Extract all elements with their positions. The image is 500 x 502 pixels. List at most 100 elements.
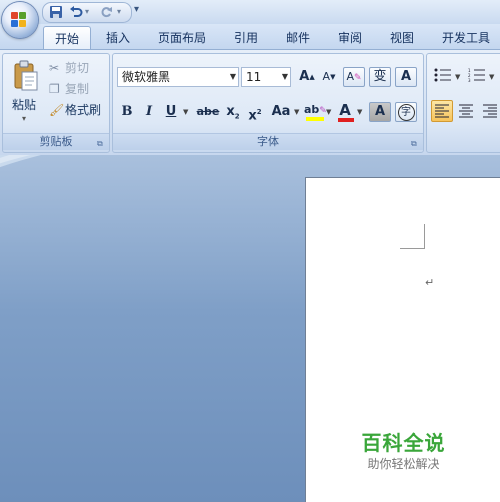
highlight-color-bar [306,117,324,121]
italic-button[interactable]: I [139,102,159,122]
office-logo-part [19,12,26,19]
font-name-combo[interactable]: 微软雅黑 ▼ [117,67,239,87]
bullets-button[interactable] [431,67,455,87]
clipboard-group-label: 剪贴板 [3,133,109,150]
strikethrough-button[interactable]: abe [195,102,221,122]
bold-label: B [121,104,133,119]
format-painter-button[interactable]: 🖌格式刷 [49,101,101,119]
copy-icon: ❐ [49,82,60,96]
quick-access-toolbar: ▾ ▾ [42,2,132,23]
chevron-down-icon[interactable]: ▼ [230,72,236,81]
copy-label: 复制 [65,82,90,96]
underline-label: U [165,104,177,119]
format-painter-icon: 🖌 [49,103,65,117]
clipboard-group: 粘贴 ▾ ✂ 剪切 ❐ 复制 🖌格式刷 剪贴板 ⧉ [2,53,110,153]
underline-button[interactable]: U [161,102,181,122]
shrink-arrow-icon: ▼ [330,73,336,81]
phonetic-guide-button[interactable]: 变 [369,67,391,87]
clipboard-launcher-icon[interactable]: ⧉ [97,140,105,148]
shrink-font-button[interactable]: A▼ [319,67,339,87]
customize-qat-icon[interactable]: ▾ [134,4,139,15]
save-icon[interactable] [49,5,63,19]
grow-font-button[interactable]: A▲ [297,67,317,87]
cut-label: 剪切 [65,61,90,75]
tab-references[interactable]: 引用 [224,26,268,50]
office-button[interactable] [2,2,38,38]
undo-dropdown-icon[interactable]: ▾ [85,5,89,19]
tab-insert[interactable]: 插入 [96,26,140,50]
font-color-label: A [339,101,351,119]
clear-format-label: A [346,70,354,83]
copy-button[interactable]: ❐ 复制 [49,80,89,98]
chevron-down-icon[interactable]: ▼ [282,72,288,81]
change-case-dropdown-icon[interactable]: ▼ [294,108,299,116]
margin-marker-v [424,224,425,249]
tab-developer[interactable]: 开发工具 [434,26,498,50]
tab-mailings[interactable]: 邮件 [276,26,320,50]
watermark-subtitle: 助你轻松解决 [367,457,440,471]
eraser-icon: ✎ [353,73,362,83]
ribbon-tab-row: 开始 插入 页面布局 引用 邮件 审阅 视图 开发工具 [0,24,500,51]
bullets-dropdown-icon[interactable]: ▼ [455,73,460,81]
align-left-button[interactable] [431,100,453,122]
subscript-label: x [226,104,235,119]
document-page[interactable]: ↵ 百科全说 助你轻松解决 [305,177,500,502]
phonetic-guide-label: 变 [373,69,387,84]
format-painter-label: 格式刷 [65,103,102,117]
character-border-button[interactable]: A [395,67,417,87]
align-right-button[interactable] [479,100,500,122]
office-logo-icon [11,12,18,19]
clear-format-button[interactable]: A✎ [343,67,365,87]
character-border-label: A [400,69,412,84]
grow-arrow-icon: ▲ [309,73,315,81]
redo-icon[interactable] [99,5,113,19]
tab-home[interactable]: 开始 [43,26,91,51]
highlight-dropdown-icon[interactable]: ▼ [326,108,331,116]
superscript-button[interactable]: x2 [245,102,265,124]
font-color-button[interactable]: A [335,100,355,122]
change-case-button[interactable]: Aa [268,102,294,122]
font-name-value: 微软雅黑 [122,70,171,84]
margin-marker-h [400,248,424,249]
font-size-combo[interactable]: 11 ▼ [241,67,291,87]
highlight-label: ab [304,103,320,116]
subscript-button[interactable]: x2 [223,102,243,122]
tab-review[interactable]: 审阅 [328,26,372,50]
enclose-characters-button[interactable]: 字 [395,102,417,122]
font-color-bar [338,118,354,122]
character-shading-label: A [374,104,386,119]
tab-view[interactable]: 视图 [380,26,424,50]
font-size-value: 11 [246,70,262,84]
paste-button[interactable]: 粘贴 ▾ [8,58,44,128]
undo-icon[interactable] [69,5,83,19]
tab-page-layout[interactable]: 页面布局 [150,26,214,50]
paragraph-mark: ↵ [425,276,435,289]
subscript-mark: 2 [234,112,240,121]
font-launcher-icon[interactable]: ⧉ [411,140,419,148]
shrink-font-label: A [322,70,331,83]
align-center-button[interactable] [455,100,477,122]
align-center-icon [459,104,473,118]
grow-font-label: A [299,69,310,84]
superscript-label: x [248,108,257,124]
numbering-icon: 123 [468,68,485,83]
font-color-dropdown-icon[interactable]: ▼ [357,108,362,116]
numbering-dropdown-icon[interactable]: ▼ [489,73,494,81]
font-group: 微软雅黑 ▼ 11 ▼ A▲ A▼ A✎ 变 A B I U ▼ abe x2 … [112,53,424,153]
office-logo-part [19,20,26,27]
paste-label: 粘贴 [12,98,37,112]
character-shading-button[interactable]: A [369,102,391,122]
align-left-icon [435,104,449,118]
align-right-icon [483,104,497,118]
paragraph-group: ▼ 123 ▼ [426,53,500,153]
highlight-button[interactable]: ab✎ [303,100,327,122]
svg-text:3: 3 [468,78,471,82]
bold-button[interactable]: B [117,102,137,122]
office-logo-part [11,20,18,27]
change-case-label: Aa [271,104,291,119]
numbering-button[interactable]: 123 [465,67,489,87]
cut-button[interactable]: ✂ 剪切 [49,59,89,77]
italic-label: I [145,104,153,119]
underline-dropdown-icon[interactable]: ▼ [183,108,188,116]
redo-dropdown-icon[interactable]: ▾ [117,5,121,19]
